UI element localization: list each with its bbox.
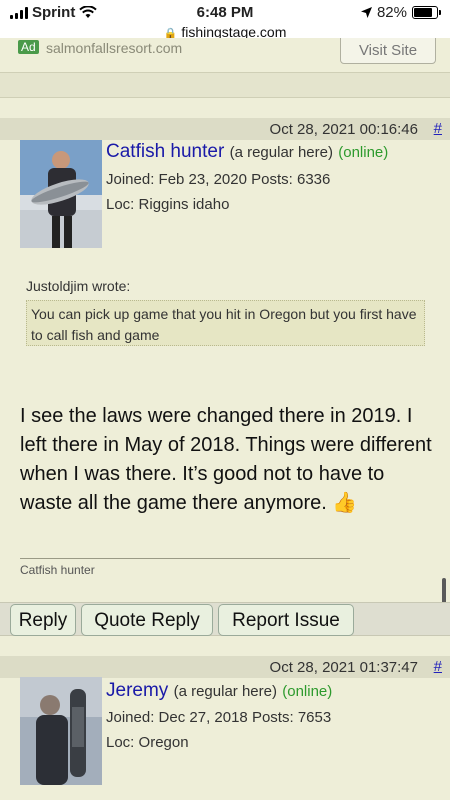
posts-label: Posts: [251, 709, 294, 726]
permalink[interactable]: # [434, 658, 442, 675]
avatar[interactable] [20, 140, 102, 248]
reply-button[interactable]: Reply [10, 604, 76, 636]
user-location: Loc: Oregon [106, 734, 189, 751]
loc-label: Loc: [106, 196, 135, 213]
post-body: I see the laws were changed there in 201… [20, 402, 435, 518]
user-role: (a regular here) [229, 144, 333, 161]
post-date: Oct 28, 2021 00:16:46 [269, 121, 418, 138]
quote-box: You can pick up game that you hit in Ore… [26, 300, 425, 346]
post-text: I see the laws were changed there in 201… [20, 405, 432, 514]
post-separator [0, 636, 450, 656]
avatar[interactable] [20, 677, 102, 785]
posts-label: Posts: [251, 171, 293, 188]
post-header: Oct 28, 2021 00:16:46 # [0, 118, 450, 140]
status-bar: Sprint 6:48 PM 82% [0, 0, 450, 24]
joined-label: Joined: [106, 171, 155, 188]
username-link[interactable]: Catfish hunter [106, 141, 224, 162]
post-header: Oct 28, 2021 01:37:47 # [0, 656, 450, 678]
signature: Catfish hunter [20, 563, 95, 577]
ad-banner: Ad salmonfallsresort.com Visit Site [0, 38, 450, 68]
visit-site-button[interactable]: Visit Site [340, 38, 436, 64]
loc-label: Loc: [106, 734, 135, 751]
post-count: 7653 [297, 709, 332, 726]
post-actions: Reply Quote Reply Report Issue [0, 602, 450, 636]
signature-divider [20, 558, 350, 559]
user-joined: Joined: Feb 23, 2020 Posts: 6336 [106, 171, 330, 188]
status-right: 82% [360, 4, 441, 21]
battery-percent: 82% [376, 4, 407, 21]
divider-row [0, 72, 450, 98]
quote-author: Justoldjim wrote: [26, 278, 131, 294]
post-date: Oct 28, 2021 01:37:47 [269, 659, 418, 676]
battery-icon [412, 6, 441, 19]
username-line: Catfish hunter (a regular here) (online) [106, 141, 388, 163]
report-issue-button[interactable]: Report Issue [218, 604, 354, 636]
loc-value: Riggins idaho [138, 196, 230, 213]
username-line: Jeremy (a regular here) (online) [106, 680, 332, 702]
quote-reply-button[interactable]: Quote Reply [81, 604, 213, 636]
user-joined: Joined: Dec 27, 2018 Posts: 7653 [106, 709, 331, 726]
username-link[interactable]: Jeremy [106, 680, 168, 701]
online-status: (online) [338, 144, 389, 161]
user-role: (a regular here) [173, 683, 277, 700]
loc-value: Oregon [138, 734, 189, 751]
online-status: (online) [282, 683, 333, 700]
ad-badge: Ad [18, 40, 39, 54]
permalink[interactable]: # [434, 120, 442, 137]
thumbs-up-icon: 👍 [332, 492, 358, 514]
user-location: Loc: Riggins idaho [106, 196, 229, 213]
post-count: 6336 [296, 171, 331, 188]
joined-date: Feb 23, 2020 [158, 171, 247, 188]
location-arrow-icon [360, 7, 372, 18]
joined-label: Joined: [106, 709, 155, 726]
ad-domain[interactable]: salmonfallsresort.com [46, 40, 182, 56]
joined-date: Dec 27, 2018 [158, 709, 248, 726]
